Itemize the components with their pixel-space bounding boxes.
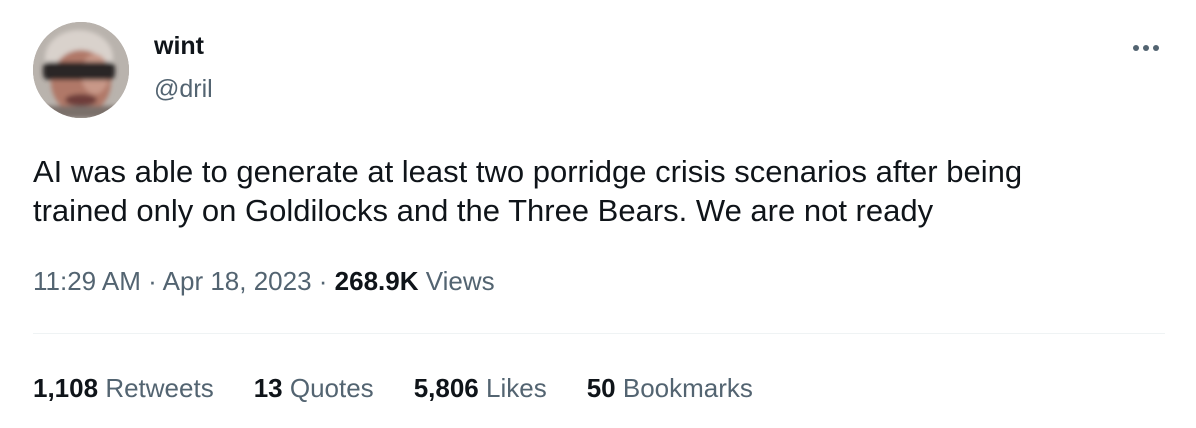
retweets-label: Retweets — [105, 373, 214, 403]
meta-separator: · — [148, 266, 157, 296]
author-display-name[interactable]: wint — [154, 32, 204, 61]
likes-stat[interactable]: 5,806 Likes — [414, 373, 547, 404]
views-link[interactable]: 268.9K Views — [335, 266, 495, 296]
views-count: 268.9K — [334, 266, 419, 296]
bookmarks-label: Bookmarks — [622, 373, 753, 403]
engagement-stats: 1,108 Retweets 13 Quotes 5,806 Likes 50 … — [33, 373, 753, 404]
tweet-time[interactable]: 11:29 AM — [33, 266, 141, 296]
views-label: Views — [425, 266, 495, 296]
more-horizontal-icon — [1133, 45, 1159, 51]
quotes-count: 13 — [253, 373, 283, 403]
retweets-stat[interactable]: 1,108 Retweets — [33, 373, 214, 404]
author-handle[interactable]: @dril — [154, 75, 213, 104]
tweet-metadata: 11:29 AM · Apr 18, 2023 · 268.9K Views — [33, 266, 495, 297]
bookmarks-stat[interactable]: 50 Bookmarks — [587, 373, 753, 404]
tweet-date[interactable]: Apr 18, 2023 — [163, 266, 312, 296]
tweet-text: AI was able to generate at least two por… — [33, 154, 1023, 228]
likes-label: Likes — [486, 373, 547, 403]
bookmarks-count: 50 — [586, 373, 616, 403]
avatar-image — [33, 22, 129, 118]
quotes-label: Quotes — [289, 373, 374, 403]
divider — [33, 333, 1165, 334]
avatar[interactable] — [33, 22, 129, 118]
likes-count: 5,806 — [413, 373, 479, 403]
more-options-button[interactable] — [1128, 36, 1164, 60]
meta-separator: · — [318, 266, 328, 296]
retweets-count: 1,108 — [33, 373, 99, 403]
quotes-stat[interactable]: 13 Quotes — [254, 373, 374, 404]
tweet-card: wint @dril AI was able to generate at le… — [0, 0, 1196, 428]
